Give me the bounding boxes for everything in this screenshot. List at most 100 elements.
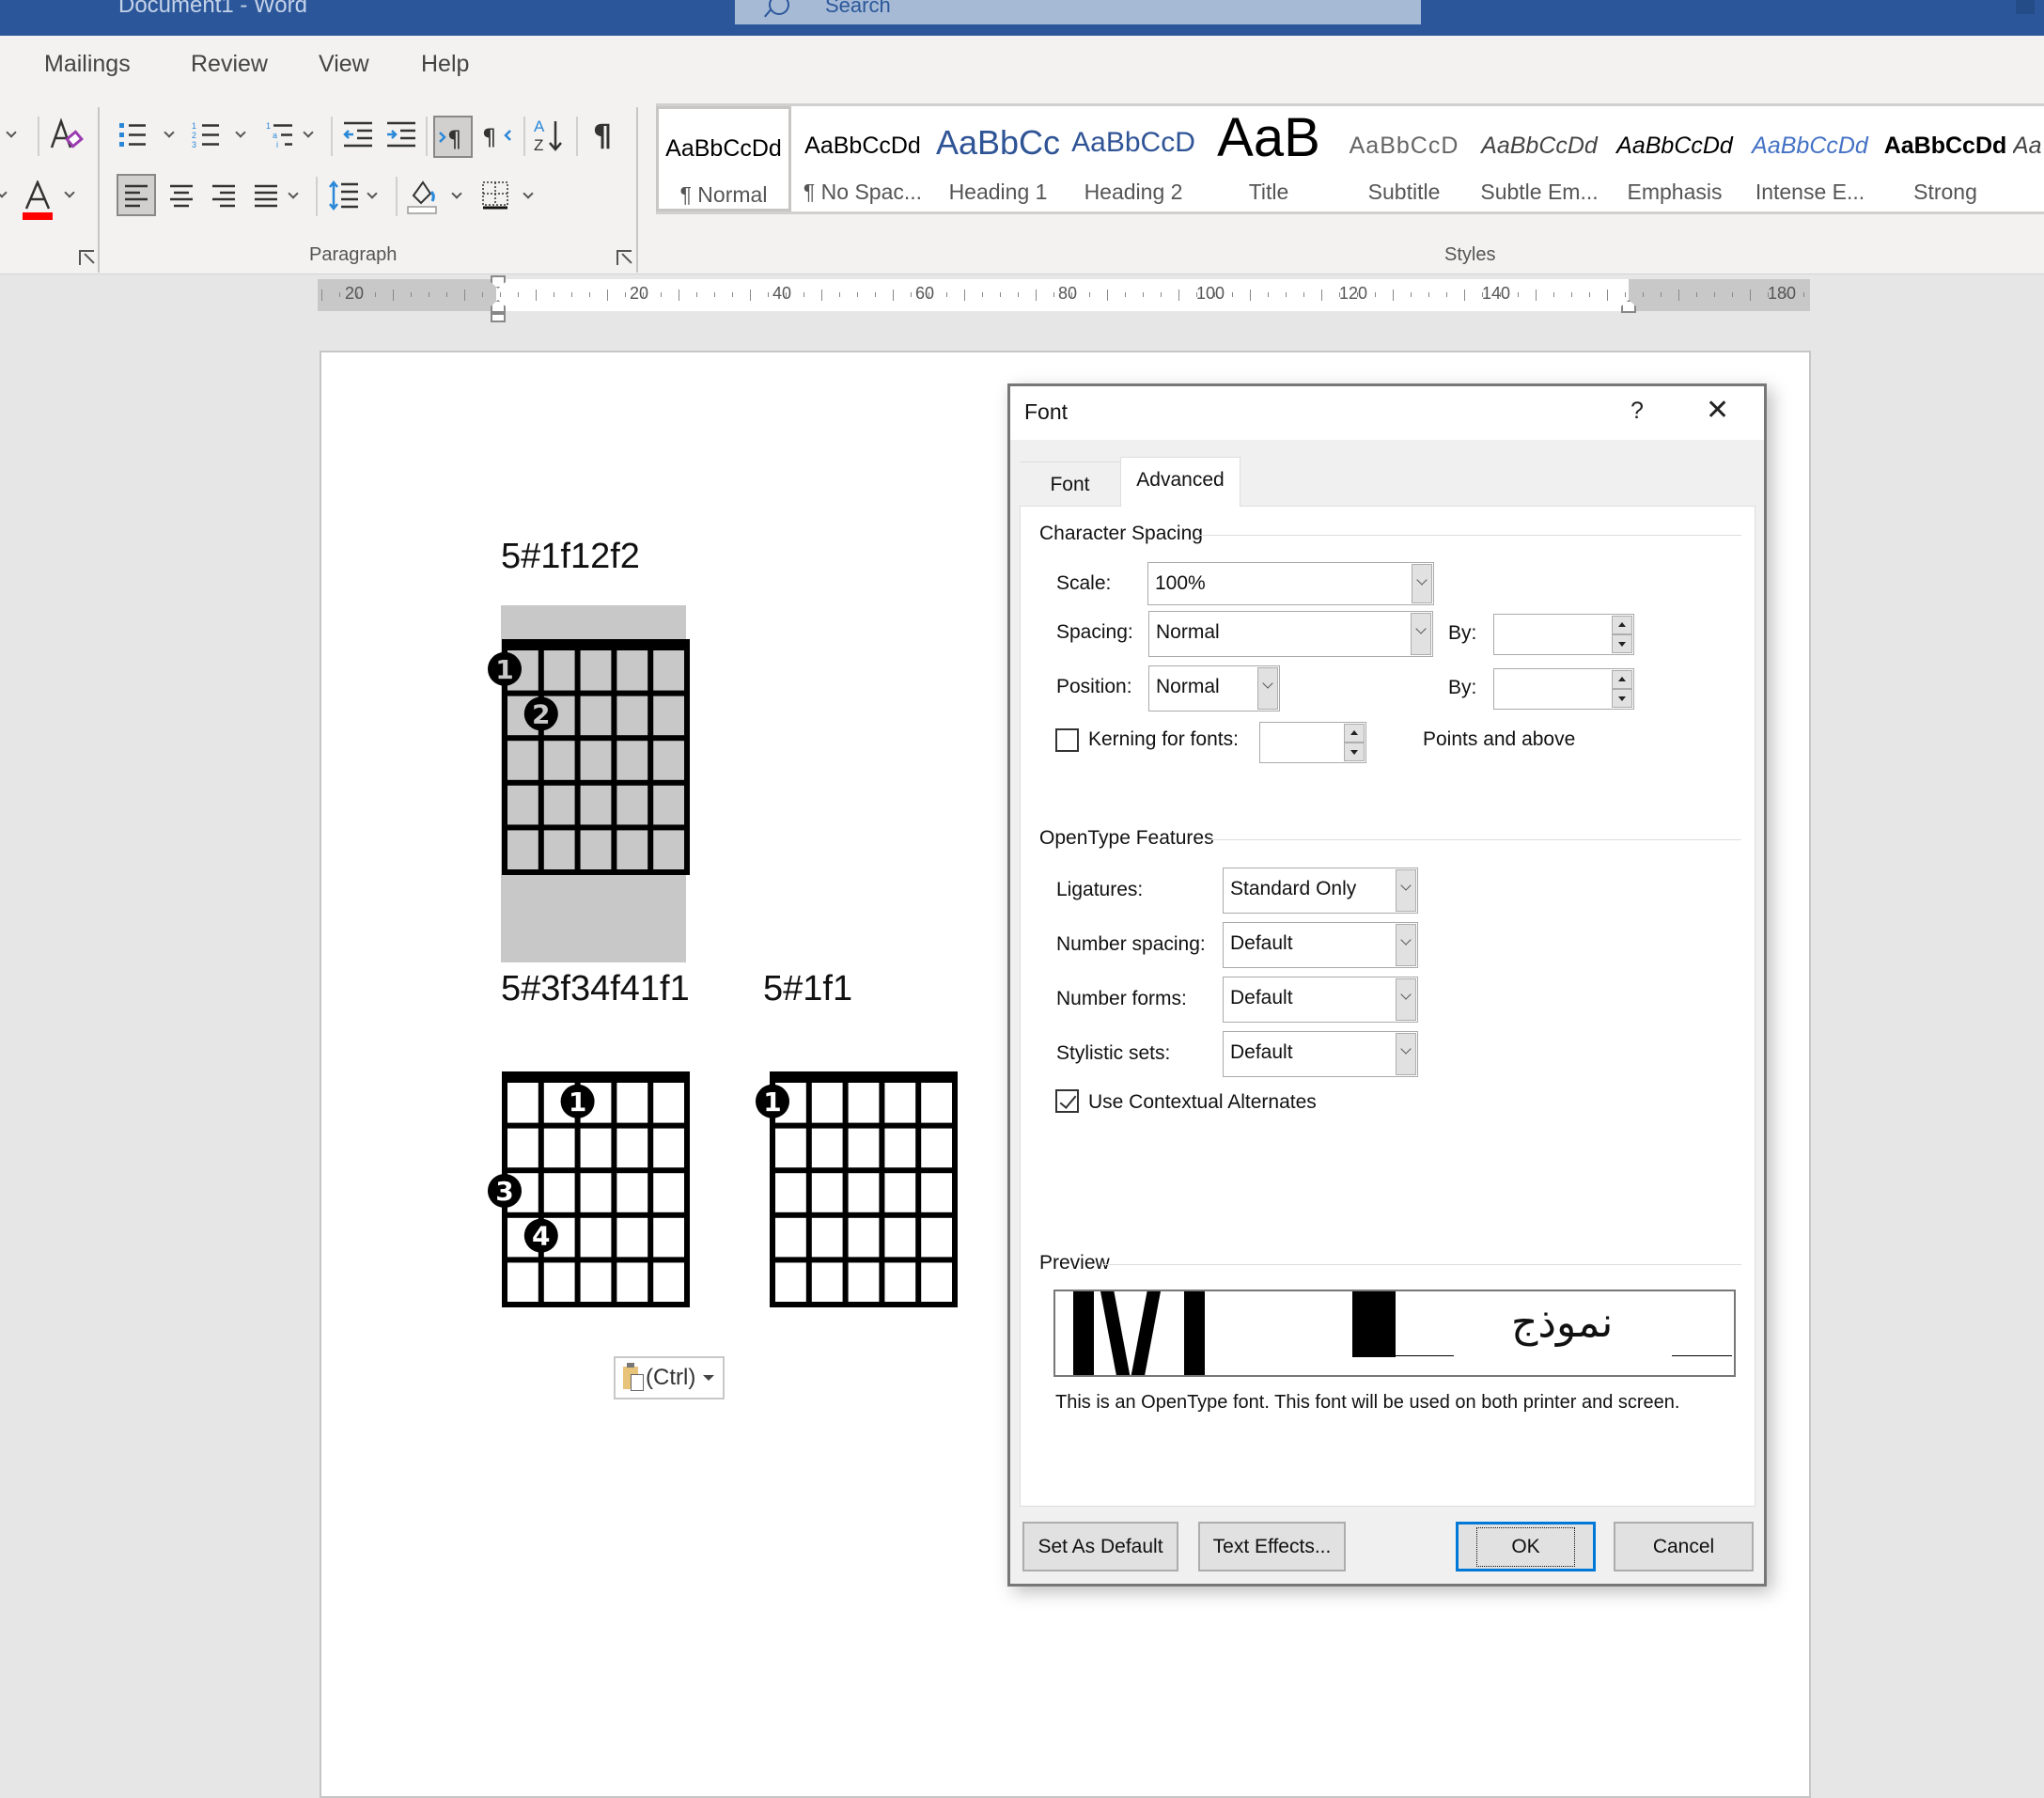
highlight-dropdown-chevron-icon[interactable]: [0, 187, 8, 198]
ruler-tick: [446, 292, 447, 297]
ruler-tick: [339, 292, 340, 297]
chord-name: 5#3f34f41f1: [501, 969, 690, 1008]
close-button[interactable]: ✕: [1706, 394, 1729, 427]
spin-up-icon[interactable]: [1612, 670, 1632, 689]
style-subtle-emphasis[interactable]: AaBbCcDd Subtle Em...: [1472, 106, 1607, 211]
style-no-spacing[interactable]: AaBbCcDd ¶ No Spac...: [795, 106, 930, 211]
ruler-tick: [821, 289, 822, 301]
spin-down-icon[interactable]: [1612, 689, 1632, 708]
chevron-down-icon[interactable]: [1412, 564, 1432, 603]
line-spacing-button[interactable]: [325, 174, 363, 216]
increase-indent-button[interactable]: [383, 117, 419, 154]
position-by-spinner[interactable]: [1493, 668, 1634, 710]
bullets-button[interactable]: [117, 117, 150, 154]
number-forms-combo[interactable]: Default: [1223, 977, 1418, 1023]
chord-diagram[interactable]: 1 34: [488, 1071, 705, 1328]
sort-button[interactable]: AZ: [532, 115, 566, 156]
text-effects-button[interactable]: Text Effects...: [1198, 1522, 1346, 1571]
numbering-button[interactable]: 123: [190, 117, 224, 154]
spacing-combo[interactable]: Normal: [1148, 611, 1433, 657]
right-to-left-icon: ¶: [482, 124, 511, 149]
style-title[interactable]: AaB Title: [1201, 106, 1336, 211]
number-spacing-combo[interactable]: Default: [1223, 922, 1418, 968]
spin-down-icon[interactable]: [1344, 743, 1365, 761]
chord-diagram[interactable]: 1: [756, 1071, 973, 1328]
chevron-down-icon[interactable]: [1411, 613, 1431, 655]
kerning-checkbox[interactable]: [1055, 728, 1079, 752]
chevron-down-icon[interactable]: [1396, 978, 1416, 1021]
ruler-tick: [1714, 292, 1715, 297]
multilevel-list-button[interactable]: 1ai: [263, 117, 297, 154]
fretboard: 1: [756, 1071, 958, 1307]
numbering-chevron-icon[interactable]: [235, 127, 246, 138]
scale-combo[interactable]: 100%: [1147, 562, 1434, 605]
borders-chevron-icon[interactable]: [523, 188, 534, 199]
dialog-title: Font: [1024, 399, 1069, 424]
bullets-chevron-icon[interactable]: [164, 127, 175, 138]
shading-chevron-icon[interactable]: [451, 188, 462, 199]
chevron-down-icon[interactable]: [1396, 1033, 1416, 1075]
spin-up-icon[interactable]: [1612, 616, 1632, 634]
cancel-button[interactable]: Cancel: [1614, 1522, 1754, 1571]
tab-help[interactable]: Help: [421, 51, 469, 78]
kerning-suffix: Points and above: [1423, 728, 1576, 750]
shading-button[interactable]: [404, 172, 442, 217]
clear-formatting-button[interactable]: [47, 113, 86, 160]
tab-view[interactable]: View: [319, 51, 369, 78]
align-right-button[interactable]: [206, 174, 242, 216]
style-strong[interactable]: AaBbCcDd Strong: [1878, 106, 2013, 211]
set-as-default-button[interactable]: Set As Default: [1022, 1522, 1178, 1571]
spacing-by-spinner[interactable]: [1493, 614, 1634, 655]
borders-button[interactable]: [477, 174, 515, 216]
align-left-button[interactable]: [117, 174, 156, 216]
font-color-dropdown-chevron-icon[interactable]: [64, 187, 75, 198]
decrease-indent-button[interactable]: [340, 117, 376, 154]
contextual-alternates-checkbox[interactable]: [1055, 1089, 1079, 1113]
kerning-spinner[interactable]: [1259, 722, 1366, 763]
spin-up-icon[interactable]: [1344, 724, 1365, 743]
chevron-down-icon[interactable]: [1257, 667, 1278, 710]
chevron-down-icon[interactable]: [1396, 924, 1416, 966]
font-dropdown-chevron-icon[interactable]: [6, 127, 17, 138]
ligatures-combo[interactable]: Standard Only: [1223, 868, 1418, 914]
style-heading-2[interactable]: AaBbCcD Heading 2: [1066, 106, 1201, 211]
paragraph-dialog-launcher-icon[interactable]: [616, 250, 632, 265]
tab-advanced[interactable]: Advanced: [1120, 457, 1240, 507]
string-line: [538, 639, 544, 872]
style-heading-1[interactable]: AaBbCc Heading 1: [930, 106, 1066, 211]
style-normal[interactable]: AaBbCcDd ¶ Normal: [656, 106, 791, 211]
ltr-paragraph-button[interactable]: ¶: [433, 116, 473, 158]
ruler-tick: [1286, 292, 1287, 297]
spin-down-icon[interactable]: [1612, 634, 1632, 653]
account-icon[interactable]: [2016, 0, 2035, 14]
justify-chevron-icon[interactable]: [288, 188, 299, 199]
align-center-button[interactable]: [164, 174, 199, 216]
search-box[interactable]: Search: [735, 0, 1421, 24]
chord-diagram[interactable]: 12: [488, 639, 705, 896]
button-label: Set As Default: [1038, 1535, 1163, 1557]
ok-button[interactable]: OK: [1456, 1522, 1596, 1571]
font-color-button[interactable]: [19, 179, 56, 224]
justify-button[interactable]: [248, 174, 284, 216]
multilevel-chevron-icon[interactable]: [303, 127, 314, 138]
style-intense-emphasis[interactable]: AaBbCcDd Intense E...: [1742, 106, 1878, 211]
chevron-down-icon[interactable]: [1396, 869, 1416, 912]
tab-review[interactable]: Review: [191, 51, 268, 78]
stylistic-sets-combo[interactable]: Default: [1223, 1031, 1418, 1077]
tab-mailings[interactable]: Mailings: [44, 51, 131, 78]
tab-font[interactable]: Font: [1020, 461, 1120, 505]
paragraph-group-label: Paragraph: [309, 244, 398, 265]
line-spacing-chevron-icon[interactable]: [367, 188, 378, 199]
style-emphasis[interactable]: AaBbCcDd Emphasis: [1607, 106, 1742, 211]
font-dialog-launcher-icon[interactable]: [79, 250, 94, 265]
help-button[interactable]: ?: [1631, 398, 1644, 425]
rtl-paragraph-button[interactable]: ¶: [479, 117, 517, 154]
ruler-label: 180: [1767, 284, 1797, 303]
left-indent-marker[interactable]: [491, 313, 506, 322]
position-combo[interactable]: Normal: [1148, 665, 1280, 711]
show-formatting-marks-button[interactable]: ¶: [586, 117, 618, 154]
paste-options-button[interactable]: (Ctrl): [614, 1356, 725, 1399]
horizontal-ruler[interactable]: 20 20 40 60 80 100 120 140 180: [318, 275, 1810, 322]
style-subtitle[interactable]: AaBbCcD Subtitle: [1336, 106, 1472, 211]
style-quote[interactable]: Aa: [2013, 106, 2044, 211]
